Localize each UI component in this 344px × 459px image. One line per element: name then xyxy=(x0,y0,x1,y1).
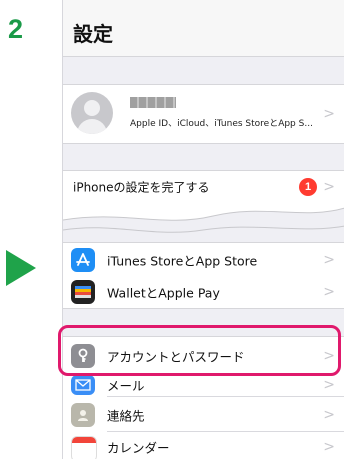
chevron-right-icon: > xyxy=(323,251,335,268)
highlight-frame xyxy=(58,325,341,376)
navigation-bar: 設定 xyxy=(63,0,344,57)
menu-item-mail[interactable]: メール > xyxy=(63,373,344,397)
torn-paper-divider xyxy=(63,200,344,242)
profile-subtitle: Apple ID、iCloud、iTunes StoreとApp S... xyxy=(130,119,313,129)
page-title: 設定 xyxy=(73,22,113,46)
apple-id-profile-cell[interactable]: Apple ID、iCloud、iTunes StoreとApp S... > xyxy=(63,84,344,144)
profile-name-redacted xyxy=(130,97,176,108)
menu-item-wallet-apple-pay[interactable]: WalletとApple Pay > xyxy=(63,275,344,309)
chevron-right-icon: > xyxy=(323,179,335,195)
menu-item-label: iTunes StoreとApp Store xyxy=(107,253,258,268)
contacts-icon xyxy=(71,402,95,427)
wallet-icon xyxy=(71,279,95,304)
pointer-arrow xyxy=(6,250,36,286)
menu-item-label: メール xyxy=(107,378,145,394)
mail-icon xyxy=(71,375,95,395)
calendar-icon xyxy=(71,436,97,459)
app-store-icon xyxy=(71,247,95,272)
phone-screen: 設定 Apple ID、iCloud、iTunes StoreとApp S...… xyxy=(62,0,344,459)
menu-item-calendar[interactable]: カレンダー > xyxy=(63,432,344,459)
menu-item-label: カレンダー xyxy=(107,440,170,456)
notification-badge: 1 xyxy=(299,178,317,196)
chevron-right-icon: > xyxy=(323,283,335,300)
avatar xyxy=(71,92,113,134)
chevron-right-icon: > xyxy=(323,377,335,393)
menu-item-label: 連絡先 xyxy=(107,408,145,423)
step-number: 2 xyxy=(8,14,24,44)
finish-setup-cell[interactable]: iPhoneの設定を完了する 1 > xyxy=(63,170,344,203)
chevron-right-icon: > xyxy=(323,439,335,455)
menu-item-label: WalletとApple Pay xyxy=(107,285,220,300)
chevron-right-icon: > xyxy=(323,106,335,122)
menu-item-itunes-app-store[interactable]: iTunes StoreとApp Store > xyxy=(63,242,344,276)
menu-item-contacts[interactable]: 連絡先 > xyxy=(63,397,344,432)
finish-setup-label: iPhoneの設定を完了する xyxy=(73,180,210,195)
chevron-right-icon: > xyxy=(323,406,335,423)
